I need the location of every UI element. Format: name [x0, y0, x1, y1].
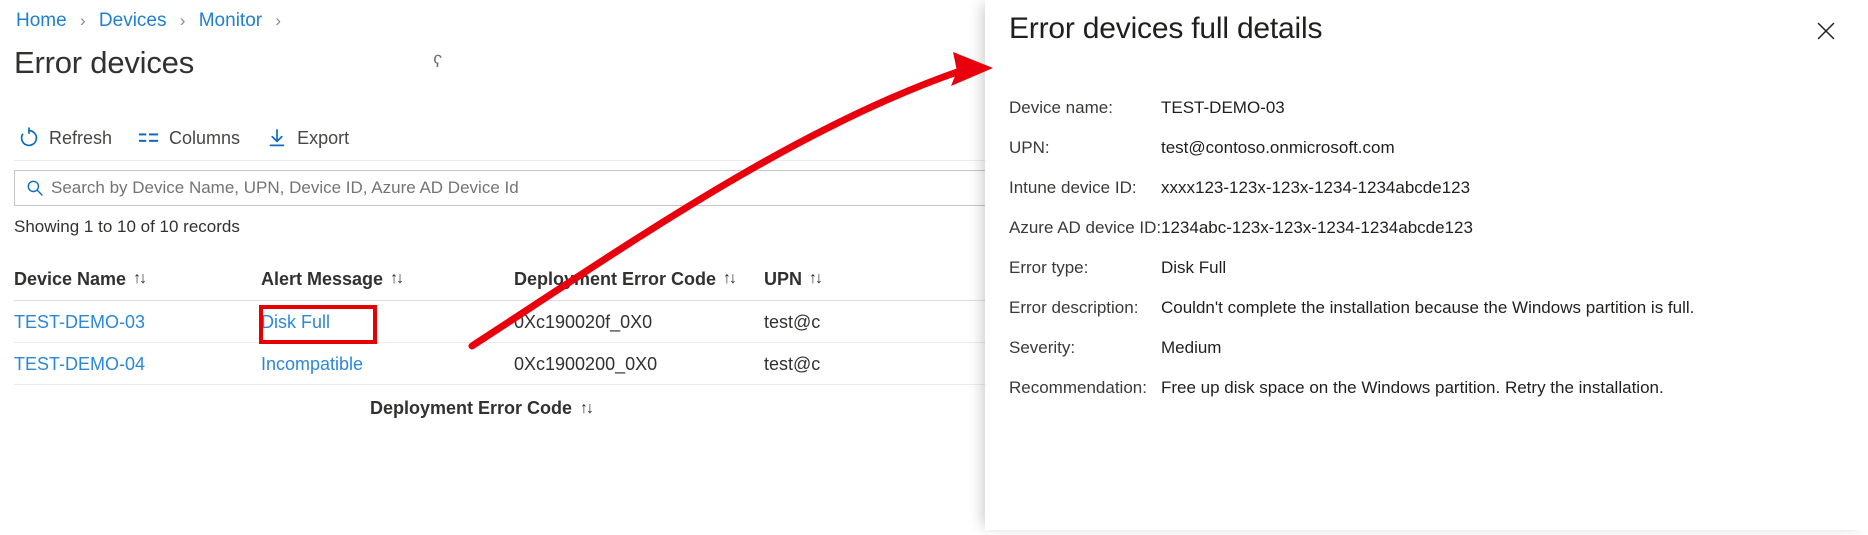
detail-row-upn: UPN: test@contoso.onmicrosoft.com [1009, 136, 1858, 176]
breadcrumb-item-devices[interactable]: Devices [99, 10, 167, 31]
records-count: Showing 1 to 10 of 10 records [14, 216, 240, 238]
detail-label: Error type: [1009, 256, 1161, 280]
column-header-label: UPN [764, 267, 802, 291]
page-title: Error devices [14, 42, 194, 84]
sort-arrows-icon: ↑↓ [390, 267, 402, 291]
detail-value: Couldn't complete the installation becau… [1161, 296, 1694, 320]
cell-upn: test@c [764, 352, 984, 376]
error-devices-table: Device Name ↑↓ Alert Message ↑↓ Deployme… [14, 258, 985, 385]
cell-device-name[interactable]: TEST-DEMO-04 [14, 352, 261, 376]
detail-value: TEST-DEMO-03 [1161, 96, 1285, 120]
close-icon[interactable] [1809, 14, 1843, 48]
column-header-label: Device Name [14, 267, 126, 291]
detail-label: Device name: [1009, 96, 1161, 120]
command-bar-divider [14, 160, 985, 161]
export-button[interactable]: Export [262, 122, 361, 154]
export-label: Export [297, 126, 349, 150]
cell-device-name[interactable]: TEST-DEMO-03 [14, 310, 261, 334]
detail-row-error-type: Error type: Disk Full [1009, 256, 1858, 296]
column-header-deployment-error-code[interactable]: Deployment Error Code ↑↓ [514, 267, 764, 291]
refresh-label: Refresh [49, 126, 112, 150]
search-icon [25, 178, 45, 198]
search-box[interactable] [14, 170, 985, 206]
detail-row-severity: Severity: Medium [1009, 336, 1858, 376]
detail-label: UPN: [1009, 136, 1161, 160]
detail-row-recommendation: Recommendation: Free up disk space on th… [1009, 376, 1858, 416]
stray-ink-mark: ʕ [432, 52, 443, 73]
refresh-icon [18, 127, 40, 149]
command-bar: Refresh Columns [14, 120, 371, 156]
sort-arrows-icon: ↑↓ [809, 267, 821, 291]
screen-root: Home › Devices › Monitor › Error devices… [0, 0, 1868, 530]
error-devices-list-page: Home › Devices › Monitor › Error devices… [0, 0, 985, 530]
cell-alert-message[interactable]: Incompatible [261, 352, 514, 376]
detail-value: Disk Full [1161, 256, 1226, 280]
detail-label: Intune device ID: [1009, 176, 1161, 200]
detail-value: xxxx123-123x-123x-1234-1234abcde123 [1161, 176, 1470, 200]
sort-arrows-icon: ↑↓ [133, 267, 145, 291]
cell-upn: test@c [764, 310, 984, 334]
breadcrumb-item-monitor[interactable]: Monitor [199, 10, 262, 31]
detail-row-device-name: Device name: TEST-DEMO-03 [1009, 96, 1858, 136]
columns-button[interactable]: Columns [134, 122, 252, 154]
detail-row-intune-device-id: Intune device ID: xxxx123-123x-123x-1234… [1009, 176, 1858, 216]
detail-row-error-description: Error description: Couldn't complete the… [1009, 296, 1858, 336]
footer-sort-label: Deployment Error Code [370, 398, 572, 419]
panel-title: Error devices full details [1009, 8, 1322, 50]
details-list: Device name: TEST-DEMO-03 UPN: test@cont… [1009, 96, 1858, 416]
column-header-upn[interactable]: UPN ↑↓ [764, 267, 984, 291]
refresh-button[interactable]: Refresh [14, 122, 124, 154]
cell-alert-message[interactable]: Disk Full [261, 310, 514, 334]
search-input[interactable] [51, 178, 985, 198]
breadcrumb: Home › Devices › Monitor › [16, 9, 289, 33]
detail-label: Azure AD device ID: [1009, 216, 1161, 240]
detail-row-azure-ad-device-id: Azure AD device ID: 1234abc-123x-123x-12… [1009, 216, 1858, 256]
export-download-icon [266, 127, 288, 149]
table-header-row: Device Name ↑↓ Alert Message ↑↓ Deployme… [14, 258, 985, 301]
detail-label: Error description: [1009, 296, 1161, 320]
breadcrumb-chevron-icon: › [180, 11, 186, 30]
detail-value: 1234abc-123x-123x-1234-1234abcde123 [1161, 216, 1473, 240]
column-header-alert-message[interactable]: Alert Message ↑↓ [261, 267, 514, 291]
columns-label: Columns [169, 126, 240, 150]
table-row[interactable]: TEST-DEMO-04 Incompatible 0Xc1900200_0X0… [14, 343, 985, 385]
table-row[interactable]: TEST-DEMO-03 Disk Full 0Xc190020f_0X0 te… [14, 301, 985, 343]
error-devices-details-panel: Error devices full details Device name: … [985, 0, 1868, 530]
column-header-label: Alert Message [261, 267, 383, 291]
breadcrumb-chevron-icon: › [80, 11, 86, 30]
cell-error-code: 0Xc190020f_0X0 [514, 310, 764, 334]
footer-sort-deployment-error-code[interactable]: Deployment Error Code ↑↓ [370, 398, 592, 419]
detail-value: Medium [1161, 336, 1221, 360]
detail-value: test@contoso.onmicrosoft.com [1161, 136, 1395, 160]
column-header-label: Deployment Error Code [514, 267, 716, 291]
detail-label: Recommendation: [1009, 376, 1161, 400]
detail-value: Free up disk space on the Windows partit… [1161, 376, 1664, 400]
columns-icon [138, 127, 160, 149]
breadcrumb-chevron-icon: › [275, 11, 281, 30]
sort-arrows-icon: ↑↓ [723, 267, 735, 291]
sort-arrows-icon: ↑↓ [580, 400, 592, 418]
detail-label: Severity: [1009, 336, 1161, 360]
cell-error-code: 0Xc1900200_0X0 [514, 352, 764, 376]
column-header-device-name[interactable]: Device Name ↑↓ [14, 267, 261, 291]
breadcrumb-item-home[interactable]: Home [16, 10, 67, 31]
